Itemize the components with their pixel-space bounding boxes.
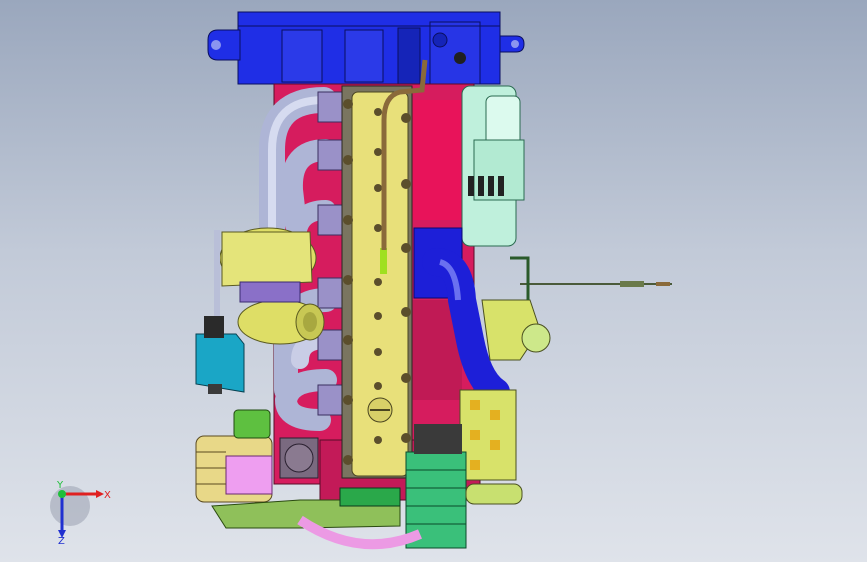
starter-motor[interactable]: [461, 85, 525, 247]
y-axis-arrow: [58, 490, 66, 498]
cylinder-head[interactable]: [341, 85, 413, 479]
engine-3d-model[interactable]: X Y Z: [0, 0, 867, 562]
z-axis-label: Z: [58, 536, 65, 547]
alternator[interactable]: [195, 409, 273, 503]
oil-filter[interactable]: [279, 437, 319, 479]
y-axis-label: Y: [56, 480, 64, 491]
throttle-cable[interactable]: [510, 256, 672, 300]
mounting-bracket[interactable]: [195, 316, 245, 394]
flywheel-housing[interactable]: [207, 11, 525, 85]
cad-viewport[interactable]: X Y Z: [0, 0, 867, 562]
coordinate-triad: X Y Z: [50, 480, 111, 547]
x-axis-label: X: [104, 490, 111, 501]
